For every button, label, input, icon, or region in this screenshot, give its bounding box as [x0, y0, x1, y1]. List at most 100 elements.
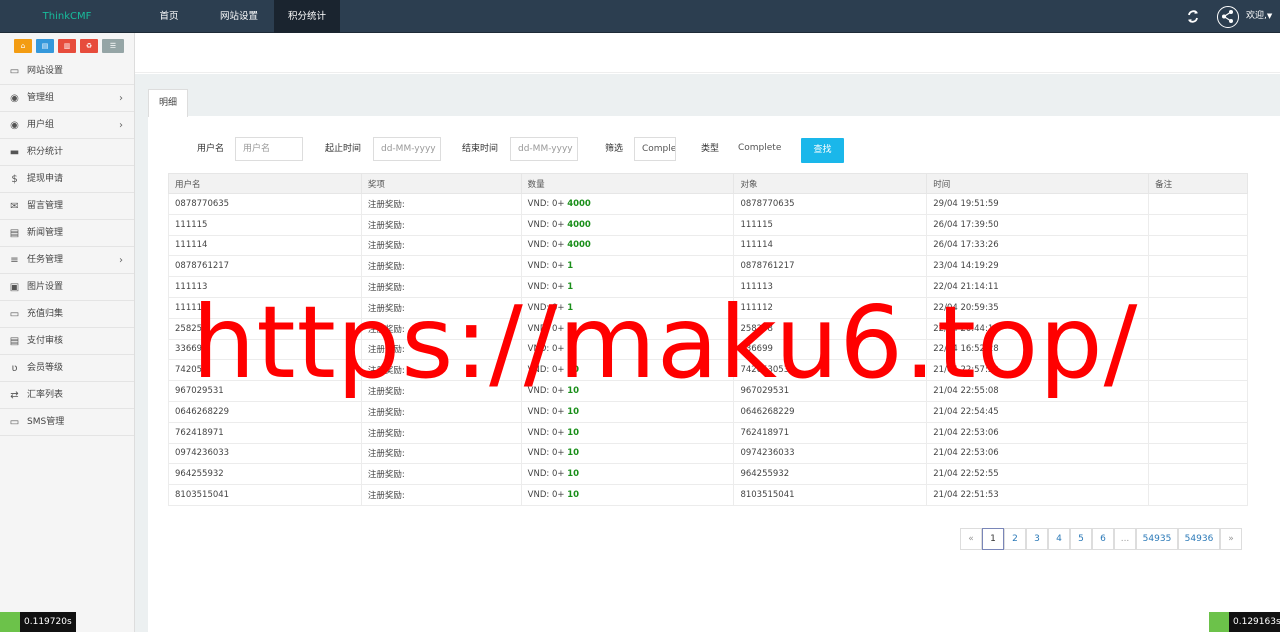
trash-icon[interactable]: ▥	[58, 39, 76, 53]
sidebar-item[interactable]: ▤ 新闻管理	[0, 220, 134, 247]
quantity-value: 10	[567, 406, 580, 417]
cell-time: 21/04 22:54:45	[926, 400, 1150, 423]
username-input[interactable]: 用户名	[235, 137, 303, 161]
quantity-prefix: VND: 0+	[527, 219, 565, 230]
cell-username: 111114	[168, 234, 362, 257]
top-navbar: ThinkCMF 首页 网站设置 积分统计 欢迎,▼	[0, 0, 1280, 33]
pagination-page[interactable]: 3	[1026, 528, 1048, 550]
cell-award: 注册奖励:	[360, 193, 522, 215]
pagination-prev[interactable]: «	[960, 528, 982, 550]
cell-quantity: VND: 0+ 10	[520, 484, 735, 506]
type-label: 类型	[701, 144, 720, 154]
sidebar-item-label: 积分统计	[27, 147, 64, 157]
quantity-value: 10	[567, 427, 580, 438]
cell-target: 964255932	[733, 463, 928, 486]
sidebar-item[interactable]: ◉ 管理组 ›	[0, 85, 134, 112]
cell-note	[1148, 234, 1248, 257]
col-quantity: 数量	[520, 173, 735, 194]
sidebar-item-label: 用户组	[27, 120, 55, 130]
tab-detail[interactable]: 明细	[148, 89, 188, 117]
sidebar-item[interactable]: ≡ 任务管理 ›	[0, 247, 134, 274]
nav-points-stats[interactable]: 积分统计	[274, 0, 340, 33]
recycle-icon[interactable]: ♻	[80, 39, 98, 53]
sidebar-item[interactable]: ✉ 留言管理	[0, 193, 134, 220]
cell-time: 23/04 14:19:29	[926, 255, 1150, 278]
cell-note	[1148, 317, 1248, 340]
quantity-value: 4000	[567, 198, 591, 209]
search-button[interactable]: 查找	[801, 138, 844, 163]
sidebar-item-label: 新闻管理	[27, 228, 64, 238]
user-menu[interactable]: 欢迎,▼	[1246, 0, 1276, 33]
sidebar-item[interactable]: ▭ 网站设置	[0, 58, 134, 85]
sidebar-item[interactable]: ▬ 积分统计	[0, 139, 134, 166]
sidebar-item[interactable]: $ 提现申请	[0, 166, 134, 193]
quantity-prefix: VND: 0+	[527, 240, 565, 251]
cell-target: 111115	[733, 213, 928, 236]
newspaper-icon: ▤	[9, 228, 20, 239]
pagination-page[interactable]: 2	[1004, 528, 1026, 550]
chevron-right-icon: ›	[119, 93, 123, 104]
end-date-label: 结束时间	[462, 144, 499, 154]
start-date-input[interactable]: dd-MM-yyyy	[373, 137, 441, 161]
quantity-value: 10	[567, 490, 580, 501]
sidebar-item[interactable]: ▭ SMS管理	[0, 409, 134, 436]
end-date-input[interactable]: dd-MM-yyyy	[510, 137, 578, 161]
watermark-text: https://maku6.top/	[192, 284, 1139, 401]
visa-icon: ▬	[9, 147, 20, 158]
filter-select[interactable]: Comple	[634, 137, 676, 161]
sidebar-item[interactable]: ▭ 充值归集	[0, 301, 134, 328]
quantity-prefix: VND: 0+	[527, 427, 565, 438]
sidebar-item[interactable]: ⇄ 汇率列表	[0, 382, 134, 409]
timer-right-value: 0.129163s	[1233, 617, 1280, 627]
monitor-icon: ▭	[9, 417, 20, 428]
table-row: 0878761217 注册奖励: VND: 0+ 1 0878761217 23/04 …	[168, 255, 1248, 278]
pagination-page[interactable]: 1	[982, 528, 1004, 550]
quantity-prefix: VND: 0+	[527, 198, 565, 209]
refresh-icon[interactable]	[1187, 0, 1201, 33]
cell-username: 0646268229	[168, 400, 362, 423]
file-icon[interactable]: ▤	[36, 39, 54, 53]
sidebar-item-label: 图片设置	[27, 282, 64, 292]
leaf-icon	[1209, 612, 1229, 632]
cell-quantity: VND: 0+ 4000	[520, 213, 735, 236]
sidebar-item-label: 网站设置	[27, 66, 64, 76]
col-username: 用户名	[168, 173, 362, 194]
brand-logo[interactable]: ThinkCMF	[0, 0, 134, 33]
cell-note	[1148, 380, 1248, 402]
col-target: 对象	[733, 173, 928, 194]
pagination-page[interactable]: 54936	[1178, 528, 1220, 550]
sidebar-item-label: SMS管理	[27, 417, 65, 427]
pagination-page[interactable]: 54935	[1136, 528, 1178, 550]
pagination-page[interactable]: 6	[1092, 528, 1114, 550]
sidebar-item[interactable]: ▣ 图片设置	[0, 274, 134, 301]
sidebar-item[interactable]: ▤ 支付审核	[0, 328, 134, 355]
list-icon[interactable]: ☰	[102, 39, 124, 53]
quantity-value: 10	[567, 448, 580, 459]
id-card-icon: ▤	[9, 336, 20, 347]
cell-note	[1148, 213, 1248, 236]
quantity-value: 4000	[567, 240, 591, 251]
pagination-page[interactable]: 5	[1070, 528, 1092, 550]
pagination-next[interactable]: »	[1220, 528, 1242, 550]
sidebar-item[interactable]: ◉ 用户组 ›	[0, 112, 134, 139]
home-icon[interactable]: ⌂	[14, 39, 32, 53]
nav-site-settings[interactable]: 网站设置	[204, 0, 274, 33]
type-select[interactable]: Complete	[731, 137, 799, 161]
pagination-page[interactable]: 4	[1048, 528, 1070, 550]
cell-username: 0878770635	[168, 193, 362, 215]
table-row: 111115 注册奖励: VND: 0+ 4000 111115 26/04 17:39…	[168, 213, 1248, 236]
quantity-prefix: VND: 0+	[527, 469, 565, 480]
table-row: 762418971 注册奖励: VND: 0+ 10 762418971 21/04 2…	[168, 421, 1248, 444]
quantity-prefix: VND: 0+	[527, 490, 565, 501]
cell-note	[1148, 296, 1248, 319]
dollar-icon: $	[11, 174, 18, 185]
cell-note	[1148, 421, 1248, 444]
nav-home[interactable]: 首页	[148, 0, 190, 33]
share-avatar-icon[interactable]	[1217, 6, 1239, 28]
cell-award: 注册奖励:	[360, 400, 522, 423]
sidebar-item[interactable]: ʋ 会员等级	[0, 355, 134, 382]
quantity-prefix: VND: 0+	[527, 261, 565, 272]
cell-target: 111114	[733, 234, 928, 257]
cell-target: 0974236033	[733, 442, 928, 465]
quantity-prefix: VND: 0+	[527, 448, 565, 459]
